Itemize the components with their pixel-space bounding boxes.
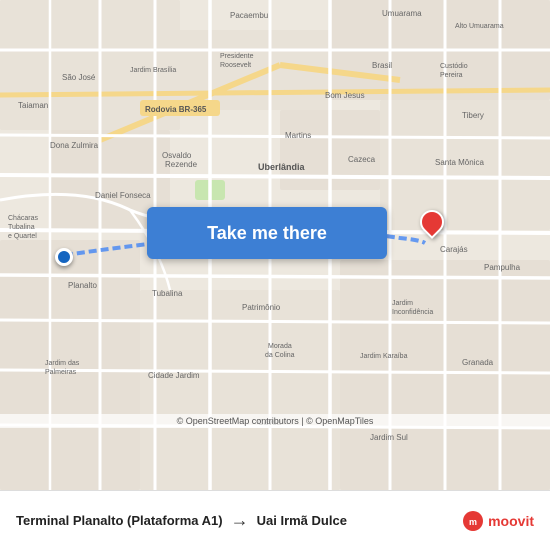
svg-text:Brasil: Brasil [372, 61, 392, 70]
svg-text:Jardim das: Jardim das [45, 360, 80, 367]
svg-text:Cidade Jardim: Cidade Jardim [148, 371, 200, 380]
svg-text:Rodovia BR-365: Rodovia BR-365 [145, 105, 207, 114]
svg-text:São José: São José [62, 73, 96, 82]
moovit-logo: m moovit [462, 510, 534, 532]
svg-text:Uberlândia: Uberlândia [258, 162, 306, 172]
svg-text:Morada: Morada [268, 343, 292, 350]
map-container: Pacaembu Umuarama Alto Umuarama Custódio… [0, 0, 550, 490]
route-from: Terminal Planalto (Plataforma A1) [16, 513, 223, 528]
route-info: Terminal Planalto (Plataforma A1) → Uai … [16, 510, 462, 531]
map-attribution: © OpenStreetMap contributors | © OpenMap… [0, 414, 550, 428]
svg-text:Alto Umuarama: Alto Umuarama [455, 23, 504, 30]
svg-text:Daniel Fonseca: Daniel Fonseca [95, 191, 151, 200]
moovit-name: moovit [488, 513, 534, 529]
svg-text:Tubalina: Tubalina [152, 289, 183, 298]
svg-text:Inconfidência: Inconfidência [392, 309, 433, 316]
svg-text:da Colina: da Colina [265, 352, 295, 359]
svg-text:Chácaras: Chácaras [8, 215, 38, 222]
route-to: Uai Irmã Dulce [257, 513, 347, 528]
svg-text:Umuarama: Umuarama [382, 9, 422, 18]
svg-text:Taiaman: Taiaman [18, 101, 48, 110]
svg-text:Patrimônio: Patrimônio [242, 303, 281, 312]
svg-text:Martins: Martins [285, 131, 311, 140]
svg-text:e Quartel: e Quartel [8, 233, 37, 240]
svg-text:Carajás: Carajás [440, 245, 468, 254]
svg-text:Rezende: Rezende [165, 160, 198, 169]
destination-pin [420, 210, 444, 234]
svg-text:Pampulha: Pampulha [484, 263, 521, 272]
take-me-there-button[interactable]: Take me there [147, 207, 387, 259]
svg-text:Dona Zulmira: Dona Zulmira [50, 141, 99, 150]
svg-text:Jardim Brasília: Jardim Brasília [130, 67, 176, 74]
svg-text:Presidente: Presidente [220, 53, 254, 60]
pin-body-blue [55, 248, 73, 266]
svg-text:Santa Mônica: Santa Mônica [435, 158, 484, 167]
svg-text:Cazeca: Cazeca [348, 155, 376, 164]
svg-text:Jardim: Jardim [392, 300, 413, 307]
svg-text:Palmeiras: Palmeiras [45, 369, 77, 376]
origin-pin [55, 248, 73, 266]
svg-text:Planalto: Planalto [68, 281, 97, 290]
svg-text:Granada: Granada [462, 358, 494, 367]
svg-text:Bom Jesus: Bom Jesus [325, 91, 365, 100]
svg-text:Osvaldo: Osvaldo [162, 151, 192, 160]
svg-text:Jardim Karaíba: Jardim Karaíba [360, 353, 408, 360]
moovit-icon: m [462, 510, 484, 532]
svg-text:Custódio: Custódio [440, 63, 468, 70]
svg-text:Roosevelt: Roosevelt [220, 62, 251, 69]
pin-body-red [415, 205, 449, 239]
svg-text:Pacaembu: Pacaembu [230, 11, 268, 20]
svg-text:Pereira: Pereira [440, 72, 463, 79]
route-arrow: → [231, 510, 249, 531]
svg-text:m: m [469, 517, 477, 527]
svg-text:Tubalina: Tubalina [8, 224, 35, 231]
bottom-bar: Terminal Planalto (Plataforma A1) → Uai … [0, 490, 550, 550]
svg-text:Jardim Sul: Jardim Sul [370, 433, 408, 442]
svg-text:Tibery: Tibery [462, 111, 484, 120]
